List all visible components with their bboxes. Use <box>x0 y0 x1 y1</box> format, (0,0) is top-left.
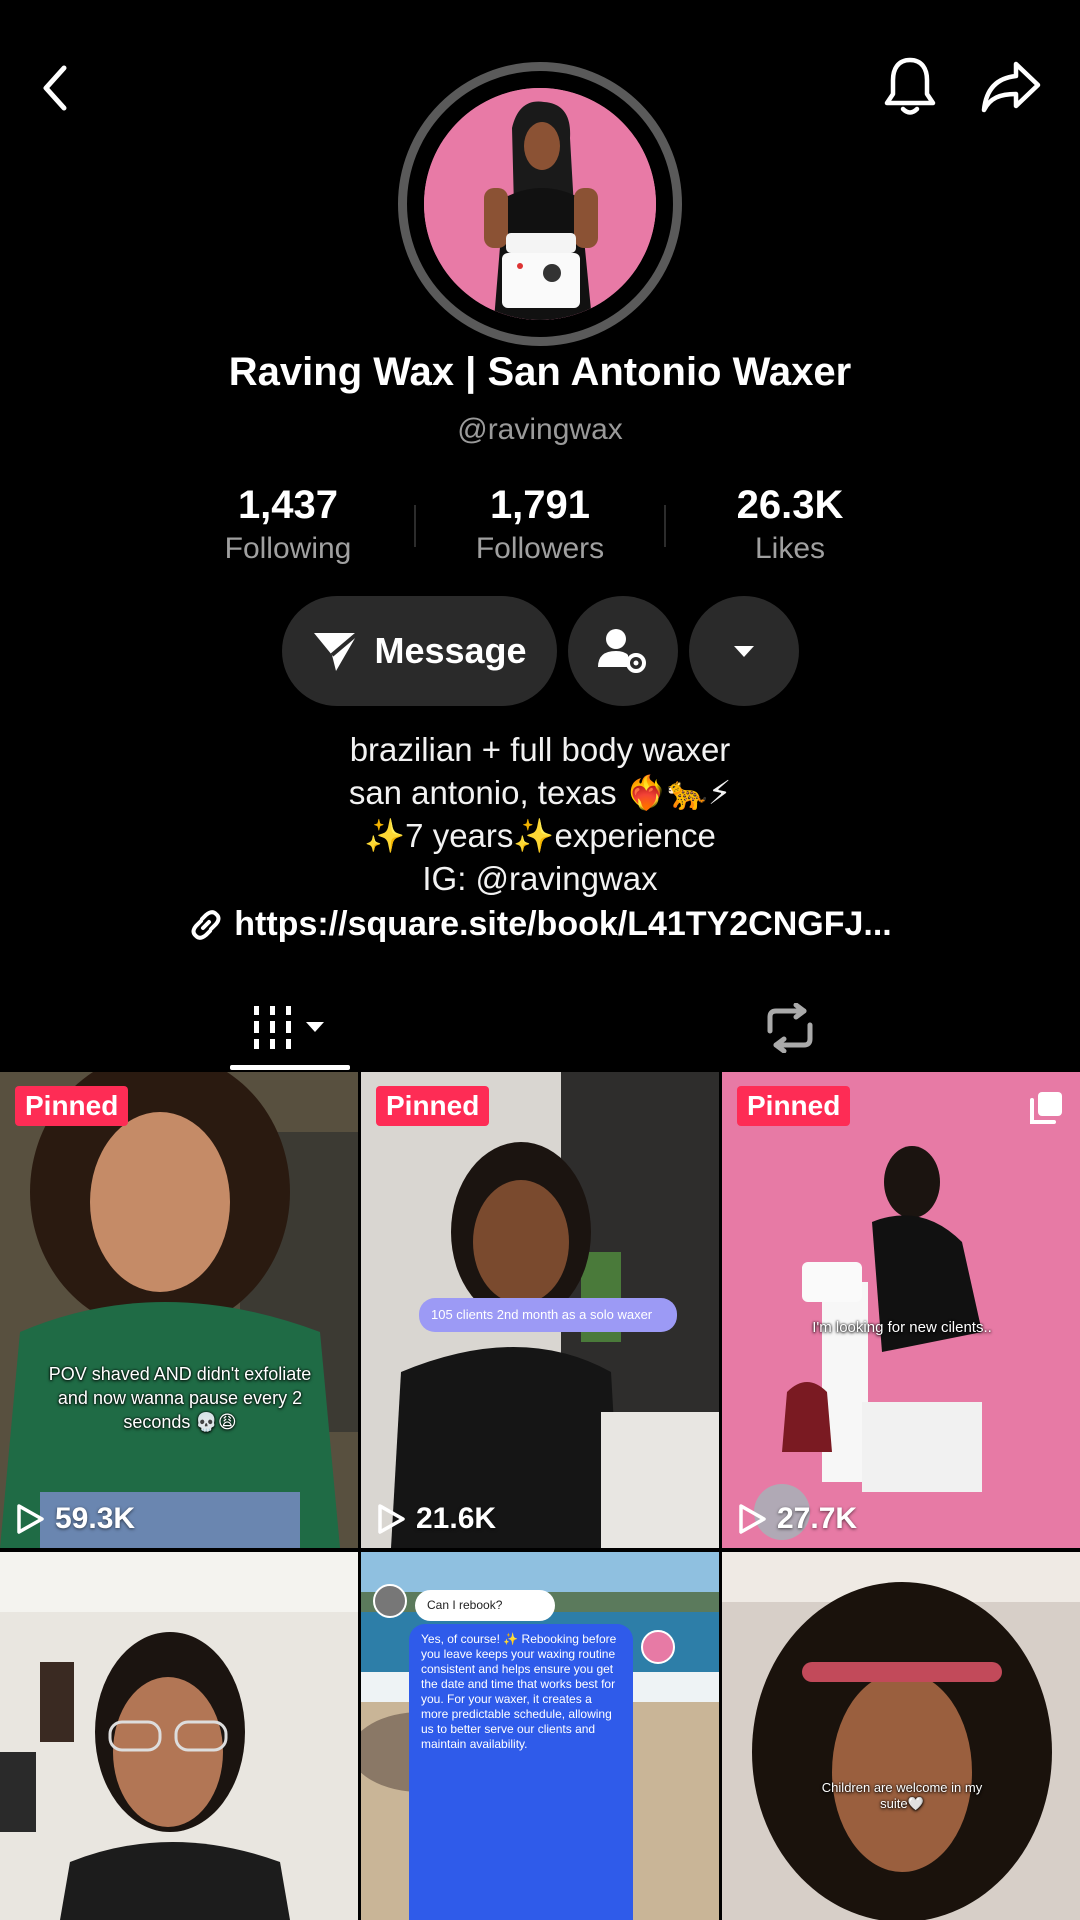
message-button[interactable]: Message <box>282 596 557 706</box>
grid-icon <box>254 1006 324 1049</box>
pinned-badge: Pinned <box>376 1086 490 1126</box>
video-thumbnail[interactable]: Pinned POV shaved AND didn't exfoliate a… <box>0 1072 358 1548</box>
video-thumbnail[interactable]: Pinned I'm looking for new cilents.. 27.… <box>722 1072 1080 1548</box>
stat-followers-count: 1,791 <box>489 483 591 527</box>
back-button[interactable] <box>30 55 80 120</box>
repost-icon <box>767 1003 813 1053</box>
play-icon <box>378 1504 405 1534</box>
send-icon <box>314 631 360 671</box>
play-icon <box>739 1504 766 1534</box>
video-caption: 105 clients 2nd month as a solo waxer <box>419 1298 677 1332</box>
view-count-value: 59.3K <box>55 1502 136 1535</box>
notifications-button[interactable] <box>875 52 945 122</box>
stat-following-label: Following <box>224 532 352 565</box>
tab-reposts[interactable] <box>730 985 850 1071</box>
video-thumbnail[interactable]: Can I rebook? Yes, of course! ✨ Rebookin… <box>361 1552 719 1920</box>
video-caption: POV shaved AND didn't exfoliate and now … <box>48 1364 312 1432</box>
profile-actions: Message <box>0 596 1080 708</box>
profile-stats: 1,437 Following 1,791 Followers 26.3K Li… <box>0 483 1080 573</box>
pinned-badge: Pinned <box>15 1086 129 1126</box>
user-settings-icon <box>598 629 646 673</box>
stat-likes-count: 26.3K <box>736 483 844 527</box>
view-count: 21.6K <box>376 1502 496 1536</box>
caret-down-icon <box>734 646 754 657</box>
stat-likes[interactable]: 26.3K Likes <box>670 483 910 566</box>
pinned-badge: Pinned <box>737 1086 851 1126</box>
video-thumbnail[interactable]: Pinned 105 clients 2nd month as a solo w… <box>361 1072 719 1548</box>
video-caption: I'm looking for new cilents.. <box>812 1319 992 1336</box>
video-grid: Pinned POV shaved AND didn't exfoliate a… <box>0 1072 1080 1920</box>
tab-videos[interactable] <box>230 985 350 1071</box>
play-icon <box>17 1504 44 1534</box>
bio-line: brazilian + full body waxer <box>349 731 731 768</box>
chat-question: Can I rebook? <box>415 1590 555 1621</box>
chat-avatar <box>641 1630 675 1664</box>
follow-settings-button[interactable] <box>568 596 678 706</box>
stat-following[interactable]: 1,437 Following <box>168 483 408 566</box>
bio-line: san antonio, texas ❤️‍🔥🐆⚡ <box>348 774 732 811</box>
video-caption: Children are welcome in my suite🤍 <box>821 1780 983 1811</box>
stat-following-count: 1,437 <box>237 483 339 527</box>
video-thumbnail[interactable]: Children are welcome in my suite🤍 <box>722 1552 1080 1920</box>
bio-line: ✨7 years✨experience <box>364 817 716 854</box>
carousel-icon <box>1028 1090 1064 1131</box>
share-button[interactable] <box>972 52 1050 122</box>
share-icon <box>981 61 1041 113</box>
video-thumbnail[interactable] <box>0 1552 358 1920</box>
profile-bio: brazilian + full body waxer san antonio,… <box>0 728 1080 900</box>
stat-likes-label: Likes <box>754 532 826 565</box>
stat-divider <box>414 505 416 547</box>
message-button-label: Message <box>374 630 527 671</box>
more-options-button[interactable] <box>689 596 799 706</box>
stat-followers-label: Followers <box>475 532 605 565</box>
stat-divider <box>664 505 666 547</box>
avatar-photo <box>424 88 656 320</box>
chat-avatar <box>373 1584 407 1618</box>
username-handle: @ravingwax <box>457 413 623 446</box>
bio-link-text: https://square.site/book/L41TY2CNGFJ... <box>234 905 892 943</box>
display-name: Raving Wax | San Antonio Waxer <box>228 350 852 394</box>
view-count-value: 21.6K <box>416 1502 497 1535</box>
content-tabs <box>0 985 1080 1071</box>
bio-link[interactable]: https://square.site/book/L41TY2CNGFJ... <box>0 905 1080 944</box>
view-count-value: 27.7K <box>777 1502 858 1535</box>
link-icon <box>191 909 221 940</box>
back-icon <box>43 65 67 110</box>
bell-icon <box>884 57 936 115</box>
chat-answer: Yes, of course! ✨ Rebooking before you l… <box>409 1624 633 1920</box>
view-count: 59.3K <box>15 1502 135 1536</box>
view-count: 27.7K <box>737 1502 857 1536</box>
stat-followers[interactable]: 1,791 Followers <box>420 483 660 566</box>
active-tab-indicator <box>230 1065 350 1070</box>
bio-line: IG: @ravingwax <box>422 860 658 897</box>
profile-avatar[interactable] <box>398 62 682 346</box>
